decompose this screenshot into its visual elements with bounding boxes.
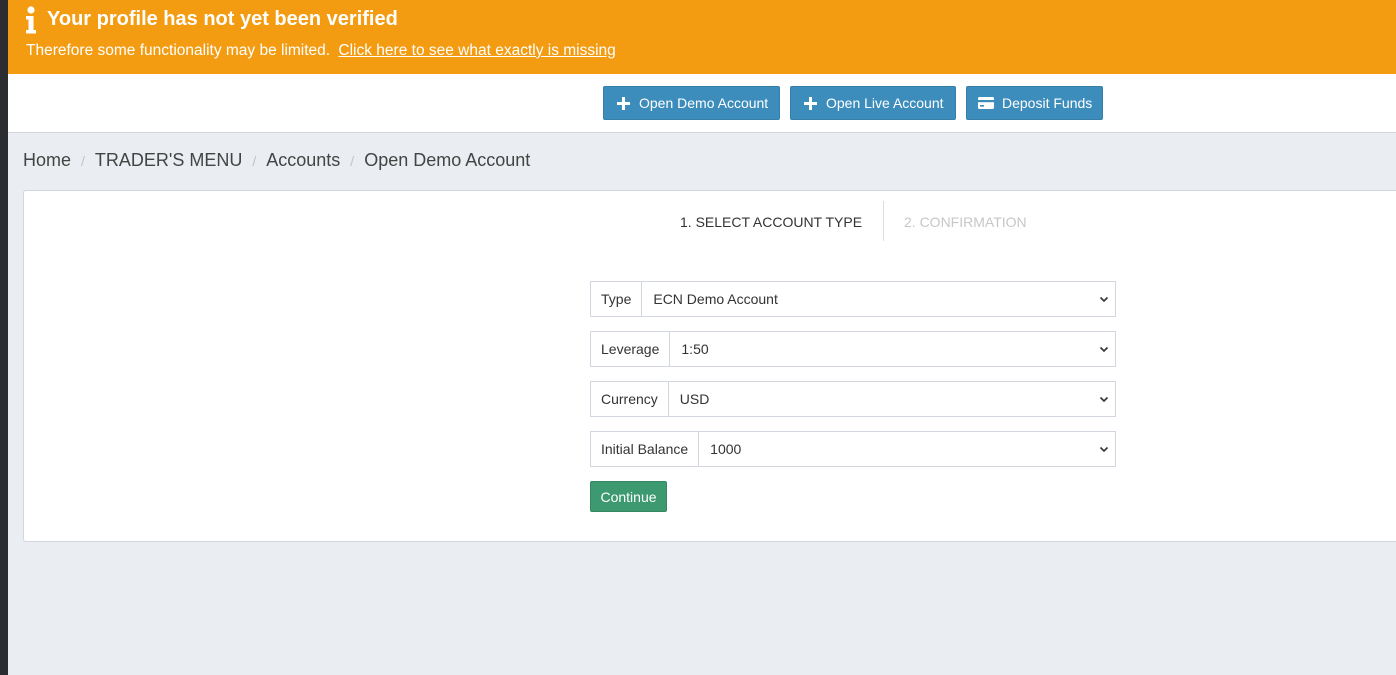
plus-icon <box>804 96 817 110</box>
step-select-account-type: 1. SELECT ACCOUNT TYPE <box>680 214 863 230</box>
initial-balance-label: Initial Balance <box>591 432 700 466</box>
info-icon <box>26 6 36 34</box>
leverage-select[interactable]: 1:50 <box>670 332 1115 366</box>
open-demo-account-label: Open Demo Account <box>639 95 769 111</box>
leverage-label: Leverage <box>591 332 671 366</box>
open-live-account-button[interactable]: Open Live Account <box>790 86 956 120</box>
initial-balance-field: Initial Balance 1000 <box>590 431 1116 467</box>
currency-value: USD <box>679 391 710 407</box>
chevron-down-icon <box>1099 446 1109 453</box>
breadcrumb-home[interactable]: Home <box>23 150 71 171</box>
open-demo-account-panel: 1. SELECT ACCOUNT TYPE 2. CONFIRMATION T… <box>23 190 1396 542</box>
leverage-field: Leverage 1:50 <box>590 331 1116 367</box>
breadcrumb-separator: / <box>81 152 85 169</box>
breadcrumb-open-demo-account: Open Demo Account <box>364 150 531 170</box>
breadcrumb-traders-menu[interactable]: TRADER'S MENU <box>95 150 242 171</box>
type-field: Type ECN Demo Account <box>590 281 1116 317</box>
continue-button[interactable]: Continue <box>590 481 667 512</box>
breadcrumb-accounts[interactable]: Accounts <box>266 150 340 171</box>
type-value: ECN Demo Account <box>653 291 778 307</box>
type-select[interactable]: ECN Demo Account <box>642 282 1115 316</box>
chevron-down-icon <box>1099 296 1109 303</box>
open-live-account-label: Open Live Account <box>826 95 944 111</box>
deposit-funds-label: Deposit Funds <box>1002 95 1093 111</box>
deposit-funds-button[interactable]: Deposit Funds <box>966 86 1103 120</box>
missing-info-link[interactable]: Click here to see what exactly is missin… <box>338 42 615 59</box>
open-demo-account-button[interactable]: Open Demo Account <box>603 86 780 120</box>
type-label: Type <box>591 282 643 316</box>
chevron-down-icon <box>1099 346 1109 353</box>
alert-text: Therefore some functionality may be limi… <box>26 42 331 59</box>
top-toolbar: Open Demo Account Open Live Account Depo… <box>8 74 1396 133</box>
plus-icon <box>617 96 630 110</box>
alert-title: Your profile has not yet been verified <box>47 8 398 30</box>
verification-alert: Your profile has not yet been verified T… <box>8 0 1396 74</box>
leverage-value: 1:50 <box>681 341 709 357</box>
currency-label: Currency <box>591 382 669 416</box>
currency-field: Currency USD <box>590 381 1116 417</box>
wizard-steps: 1. SELECT ACCOUNT TYPE 2. CONFIRMATION <box>24 191 1396 251</box>
credit-card-icon <box>978 97 994 109</box>
currency-select[interactable]: USD <box>669 382 1115 416</box>
initial-balance-select[interactable]: 1000 <box>699 432 1115 466</box>
chevron-down-icon <box>1099 396 1109 403</box>
breadcrumb: Home / TRADER'S MENU / Accounts / Open D… <box>23 150 530 171</box>
step-confirmation: 2. CONFIRMATION <box>904 214 1027 230</box>
step-divider <box>883 201 884 241</box>
initial-balance-value: 1000 <box>710 441 742 457</box>
alert-message: Therefore some functionality may be limi… <box>26 42 616 60</box>
breadcrumb-separator: / <box>252 152 257 169</box>
app-window: Your profile has not yet been verified T… <box>8 0 1396 675</box>
breadcrumb-separator: / <box>350 152 355 169</box>
